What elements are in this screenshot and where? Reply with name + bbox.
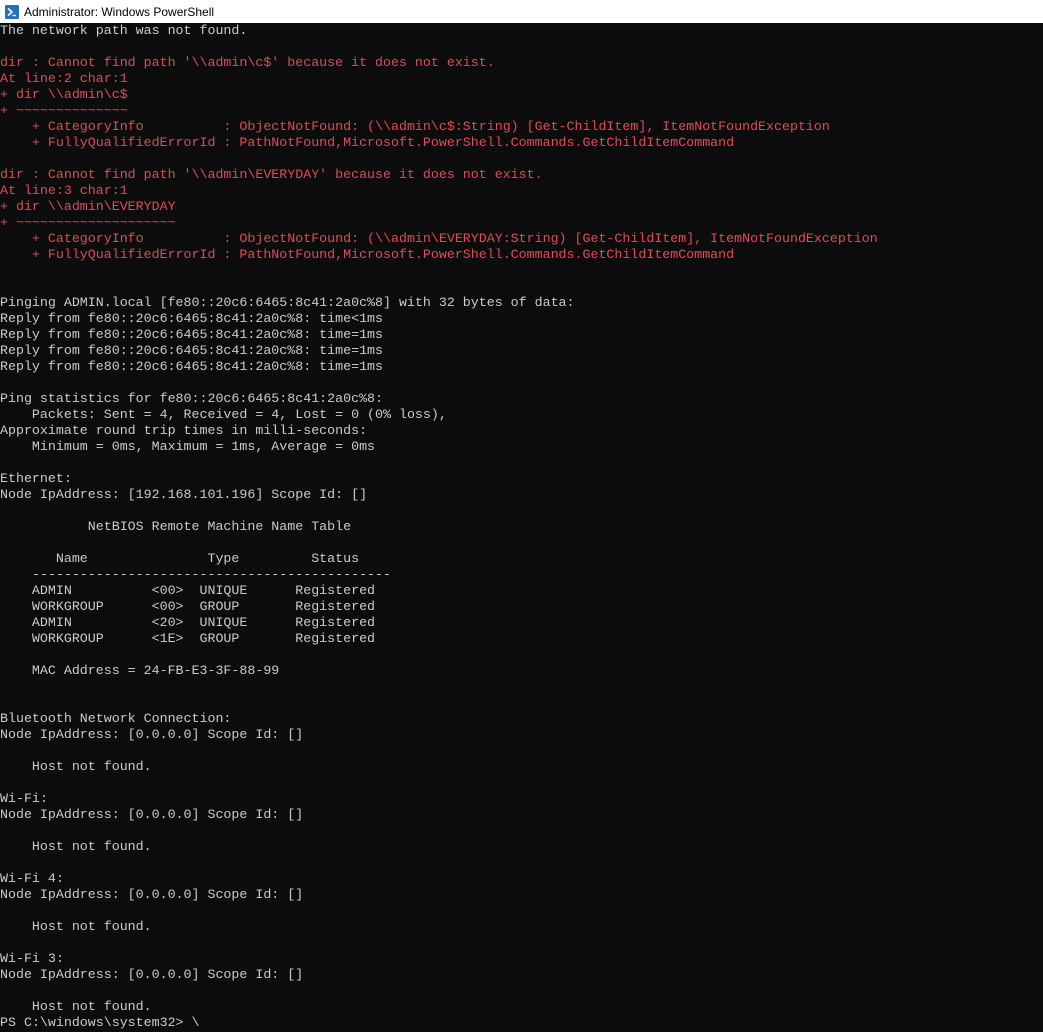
console-line: ----------------------------------------… xyxy=(0,567,391,582)
powershell-icon xyxy=(5,4,19,19)
console-line: Reply from fe80::20c6:6465:8c41:2a0c%8: … xyxy=(0,311,384,326)
console-line: Ethernet: xyxy=(0,471,72,486)
console-error-line: + ~~~~~~~~~~~~~~ xyxy=(0,103,128,118)
console-error-line: + FullyQualifiedErrorId : PathNotFound,M… xyxy=(0,135,735,150)
console-line: MAC Address = 24-FB-E3-3F-88-99 xyxy=(0,663,280,678)
console-line: Node IpAddress: [0.0.0.0] Scope Id: [] xyxy=(0,887,304,902)
console-error-line: + CategoryInfo : ObjectNotFound: (\\admi… xyxy=(0,119,830,134)
console-line: Reply from fe80::20c6:6465:8c41:2a0c%8: … xyxy=(0,343,384,358)
console-error-line: + FullyQualifiedErrorId : PathNotFound,M… xyxy=(0,247,735,262)
console-line: Bluetooth Network Connection: xyxy=(0,711,232,726)
console-line: Pinging ADMIN.local [fe80::20c6:6465:8c4… xyxy=(0,295,575,310)
console-line: Packets: Sent = 4, Received = 4, Lost = … xyxy=(0,407,447,422)
console-line: Node IpAddress: [0.0.0.0] Scope Id: [] xyxy=(0,967,304,982)
console-line: Host not found. xyxy=(0,759,152,774)
console-line: Host not found. xyxy=(0,999,152,1014)
console-line: Name Type Status xyxy=(0,551,360,566)
console-line: ADMIN <00> UNIQUE Registered xyxy=(0,583,376,598)
console-line: WORKGROUP <1E> GROUP Registered xyxy=(0,631,376,646)
console-line: Ping statistics for fe80::20c6:6465:8c41… xyxy=(0,391,384,406)
console-line: Wi-Fi: xyxy=(0,791,48,806)
powershell-window: Administrator: Windows PowerShell The ne… xyxy=(0,0,1043,1032)
console-error-line: + ~~~~~~~~~~~~~~~~~~~~ xyxy=(0,215,176,230)
console-error-line: + CategoryInfo : ObjectNotFound: (\\admi… xyxy=(0,231,878,246)
console-line: Host not found. xyxy=(0,839,152,854)
console-line: Minimum = 0ms, Maximum = 1ms, Average = … xyxy=(0,439,376,454)
console-error-line: + dir \\admin\c$ xyxy=(0,87,128,102)
console-line: Node IpAddress: [0.0.0.0] Scope Id: [] xyxy=(0,807,304,822)
console-error-line: At line:2 char:1 xyxy=(0,71,128,86)
console-line: Node IpAddress: [0.0.0.0] Scope Id: [] xyxy=(0,727,304,742)
window-title: Administrator: Windows PowerShell xyxy=(24,4,215,19)
console-line: Host not found. xyxy=(0,919,152,934)
console-line: The network path was not found. xyxy=(0,23,248,38)
title-bar[interactable]: Administrator: Windows PowerShell xyxy=(0,0,1043,23)
console-line: Wi-Fi 4: xyxy=(0,871,64,886)
console-line: Approximate round trip times in milli-se… xyxy=(0,423,368,438)
console-line: Reply from fe80::20c6:6465:8c41:2a0c%8: … xyxy=(0,359,384,374)
console-line: WORKGROUP <00> GROUP Registered xyxy=(0,599,376,614)
console-error-line: dir : Cannot find path '\\admin\EVERYDAY… xyxy=(0,167,543,182)
console-line: Node IpAddress: [192.168.101.196] Scope … xyxy=(0,487,368,502)
command-prompt-line[interactable]: PS C:\windows\system32> \ xyxy=(0,1015,1043,1031)
console-line: ADMIN <20> UNIQUE Registered xyxy=(0,615,376,630)
console-output[interactable]: The network path was not found. dir : Can… xyxy=(0,23,1043,1032)
console-error-line: + dir \\admin\EVERYDAY xyxy=(0,199,176,214)
console-line: NetBIOS Remote Machine Name Table xyxy=(0,519,352,534)
console-line: Reply from fe80::20c6:6465:8c41:2a0c%8: … xyxy=(0,327,384,342)
console-line: Wi-Fi 3: xyxy=(0,951,64,966)
console-error-line: dir : Cannot find path '\\admin\c$' beca… xyxy=(0,55,495,70)
console-error-line: At line:3 char:1 xyxy=(0,183,128,198)
